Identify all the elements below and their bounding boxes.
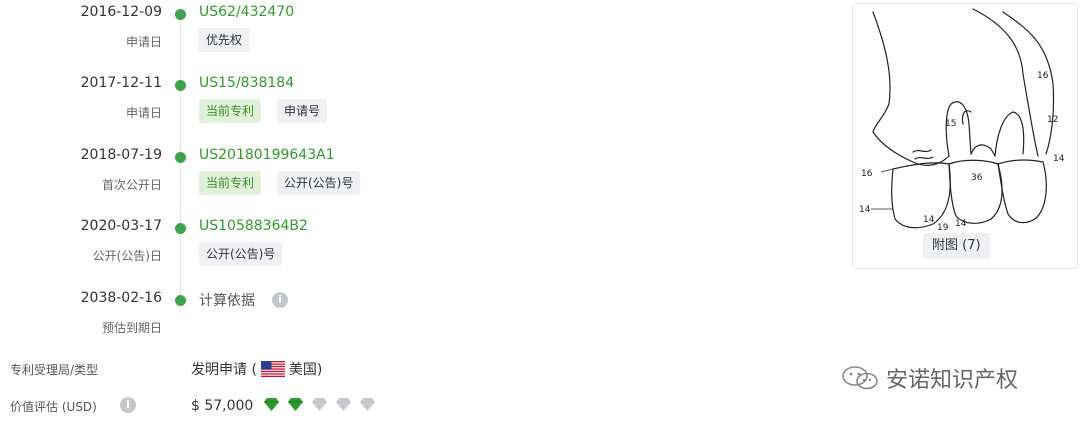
gem-rating-icon (264, 398, 279, 411)
application-number-tag: 申请号 (277, 99, 328, 123)
office-type-label: 专利受理局/类型 (10, 363, 99, 377)
patent-drawing: 16 15 12 14 16 36 14 14 14 19 (859, 8, 1065, 230)
wechat-icon (842, 366, 878, 390)
office-country: 美国 (288, 362, 317, 378)
timeline-dot (175, 223, 186, 234)
figure-label: 15 (945, 119, 956, 129)
figure-label: 12 (1047, 115, 1058, 125)
info-icon[interactable]: i (120, 397, 136, 413)
priority-tag: 优先权 (199, 28, 250, 52)
timeline-event-type: 公开(公告)日 (92, 249, 162, 263)
timeline-event-type: 首次公开日 (101, 178, 162, 192)
figure-label: 19 (937, 223, 949, 230)
figure-label: 16 (1037, 71, 1049, 81)
timeline-dot (175, 295, 186, 306)
us-flag-icon (260, 361, 285, 377)
current-patent-tag: 当前专利 (199, 171, 262, 195)
info-icon[interactable]: i (272, 292, 288, 308)
timeline-date: 2017-12-11 (80, 75, 162, 91)
valuation-value: $ 57,000 (191, 398, 254, 414)
office-type-prefix: 发明申请 ( (191, 362, 257, 378)
timeline-date: 2020-03-17 (80, 218, 162, 234)
timeline-event-type: 申请日 (125, 35, 162, 49)
figure-label: 14 (1053, 154, 1065, 164)
patent-figure-card[interactable]: 16 15 12 14 16 36 14 14 14 19 附图 (7) (852, 3, 1078, 269)
timeline-date: 2016-12-09 (80, 4, 162, 20)
patent-number-link[interactable]: US15/838184 (199, 75, 294, 91)
gem-rating-icon (336, 398, 351, 411)
figure-label: 14 (859, 205, 871, 215)
timeline-dot (175, 9, 186, 20)
figure-label: 16 (861, 169, 873, 179)
publication-number-tag: 公开(公告)号 (199, 242, 283, 266)
patent-number-link[interactable]: US20180199643A1 (199, 147, 335, 163)
gem-rating-icon (288, 398, 303, 411)
timeline-date: 2018-07-19 (80, 147, 162, 163)
timeline-dot (175, 152, 186, 163)
watermark-text: 安诺知识产权 (886, 368, 1019, 393)
figure-label: 36 (971, 173, 983, 183)
office-type-suffix: ) (316, 362, 323, 378)
patent-number-link[interactable]: US62/432470 (199, 4, 294, 20)
patent-number-link[interactable]: US10588364B2 (199, 218, 308, 234)
figure-label: 14 (955, 219, 967, 229)
publication-number-tag: 公开(公告)号 (277, 171, 361, 195)
figure-label: 14 (923, 215, 935, 225)
gem-rating-icon (360, 398, 375, 411)
watermark: 安诺知识产权 (840, 362, 1018, 394)
office-type-value: 发明申请 ( 美国) (191, 359, 322, 379)
figure-caption-button[interactable]: 附图 (7) (923, 233, 990, 259)
current-patent-tag: 当前专利 (199, 99, 262, 123)
valuation-label: 价值评估 (USD) (10, 400, 97, 414)
calculation-basis-text: 计算依据 (199, 293, 255, 309)
timeline-dot (175, 80, 186, 91)
gem-rating-icon (312, 398, 327, 411)
timeline-event-type: 预估到期日 (101, 321, 162, 335)
timeline-date: 2038-02-16 (80, 290, 162, 306)
timeline-event-type: 申请日 (125, 106, 162, 120)
